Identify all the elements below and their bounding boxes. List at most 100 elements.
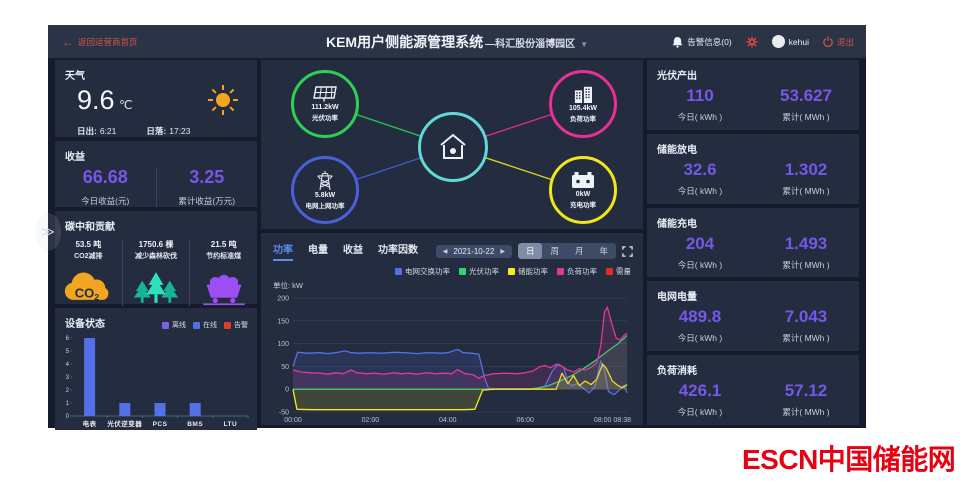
flow-node-battery[interactable]: 0kW 充电功率 <box>549 156 617 224</box>
revenue-title: 收益 <box>65 152 85 163</box>
user-menu[interactable]: kehui <box>771 35 809 48</box>
tab-revenue[interactable]: 收益 <box>343 241 363 261</box>
fullscreen-icon[interactable] <box>622 245 633 257</box>
logout-label: 退出 <box>836 36 854 47</box>
svg-text:3: 3 <box>66 375 70 381</box>
revenue-panel: 收益 66.68 今日收益(元) 3.25 累计收益(万元) <box>55 141 257 207</box>
device-legend: 离线 在线 告警 <box>162 320 248 330</box>
stat-total: 57.12 累计( MWh ) <box>782 381 830 418</box>
logout-button[interactable]: 退出 <box>823 36 854 48</box>
back-arrow-icon: ← <box>62 34 74 49</box>
left-column: 天气 9.6 ℃ 日出: 6:21 日落: 17:23 收益 66.68 今日收… <box>55 60 257 430</box>
page-title: KEM用户侧能源管理系统 —科汇股份淄博园区 ▼ <box>326 32 588 52</box>
settings-button[interactable] <box>746 36 758 48</box>
stat-total: 1.302 累计( MWh ) <box>782 159 830 196</box>
stat-total: 7.043 累计( MWh ) <box>782 307 830 344</box>
flow-node-home[interactable] <box>418 112 488 182</box>
prev-day-icon[interactable]: ◀ <box>443 248 448 255</box>
svg-text:5: 5 <box>66 349 70 355</box>
gear-icon <box>746 36 758 47</box>
chevron-down-icon[interactable]: ▼ <box>580 40 588 49</box>
legend-swatch <box>162 321 169 329</box>
flow-node-pv[interactable]: 111.2kW 光伏功率 <box>291 70 359 138</box>
stat-total: 53.627 累计( MWh ) <box>780 86 832 122</box>
chart-controls: ◀ 2021-10-22 ▶ 日 周 月 年 <box>435 243 633 259</box>
range-day-button[interactable]: 日 <box>517 243 543 259</box>
alarm-info-label: 告警信息(0) <box>687 36 732 47</box>
battery-icon <box>572 172 594 188</box>
bell-icon <box>672 36 683 48</box>
coal-cart-icon <box>202 274 245 306</box>
stat-total: 1.493 累计( MWh ) <box>782 233 830 270</box>
trees-icon <box>133 272 179 303</box>
date-picker[interactable]: ◀ 2021-10-22 ▶ <box>435 244 512 258</box>
legend-item-demand[interactable]: 需量 <box>606 266 631 277</box>
legend-item-load-power[interactable]: 负荷功率 <box>557 266 597 277</box>
range-week-button[interactable]: 周 <box>542 243 567 259</box>
right-column: 光伏产出 110 今日( kWh ) 53.627 累计( MWh ) 储能放电 3… <box>647 60 859 425</box>
weather-title: 天气 <box>65 71 85 82</box>
flow-node-load[interactable]: 105.4kW 负荷功率 <box>549 70 617 138</box>
legend-swatch <box>224 321 231 329</box>
weather-panel: 天气 9.6 ℃ 日出: 6:21 日落: 17:23 <box>55 60 257 137</box>
legend-item-storage-power[interactable]: 储能功率 <box>508 266 548 277</box>
building-icon <box>574 86 592 103</box>
tab-power[interactable]: 功率 <box>273 241 293 261</box>
revenue-today: 66.68 今日收益(元) <box>55 167 157 207</box>
stat-today: 110 今日( kWh ) <box>677 86 723 122</box>
legend-item-grid-power[interactable]: 电网交换功率 <box>395 266 450 277</box>
tab-energy[interactable]: 电量 <box>308 241 328 261</box>
stat-panel-pv-output: 光伏产出 110 今日( kWh ) 53.627 累计( MWh ) <box>647 60 859 130</box>
svg-text:LTU: LTU <box>224 421 238 428</box>
legend-item-offline[interactable]: 离线 <box>162 320 186 330</box>
stat-today: 426.1 今日( kWh ) <box>677 381 723 418</box>
home-icon <box>440 133 466 159</box>
legend-swatch <box>395 268 402 275</box>
site-name: —科汇股份淄博园区 <box>485 38 576 50</box>
legend-swatch <box>557 268 564 275</box>
range-group: 日 周 月 年 <box>517 243 616 259</box>
tab-power-factor[interactable]: 功率因数 <box>378 241 418 261</box>
alarm-info-button[interactable]: 告警信息(0) <box>672 36 732 48</box>
energy-flow-panel: 111.2kW 光伏功率 105.4kW 负荷功率 5.8kW 电网上网功率 0… <box>261 60 643 229</box>
sunrise: 日出: 6:21 <box>77 126 117 136</box>
date-value: 2021-10-22 <box>453 246 495 256</box>
range-month-button[interactable]: 月 <box>567 243 592 259</box>
chevron-right-icon: ≫ <box>41 224 55 239</box>
co2-cloud-icon: CO2 <box>65 272 109 302</box>
range-year-button[interactable]: 年 <box>591 243 616 259</box>
svg-text:光伏逆变器: 光伏逆变器 <box>106 419 142 428</box>
stat-today: 32.6 今日( kWh ) <box>677 159 723 196</box>
avatar <box>771 35 785 48</box>
svg-text:06:00: 06:00 <box>516 417 534 424</box>
svg-text:150: 150 <box>277 318 289 325</box>
legend-item-pv-power[interactable]: 光伏功率 <box>459 266 499 277</box>
carbon-title: 碳中和贡献 <box>65 222 115 233</box>
legend-item-online[interactable]: 在线 <box>193 320 217 330</box>
chart-tabs: 功率 电量 收益 功率因数 <box>273 241 418 261</box>
stat-panel-storage-discharge: 储能放电 32.6 今日( kWh ) 1.302 累计( MWh ) <box>647 133 859 204</box>
device-status-panel: 设备状态 离线 在线 告警 0 1 2 3 4 5 6 电表 光伏逆变器 PCS… <box>55 308 257 430</box>
svg-text:200: 200 <box>277 296 289 303</box>
legend-swatch <box>193 321 200 329</box>
legend-item-alarm[interactable]: 告警 <box>224 320 248 330</box>
sidebar-expand-handle[interactable]: ≫ <box>35 213 61 251</box>
power-chart-svg: 200 150 100 50 0 -5000:00 02:00 04:00 06:00 08:00… <box>277 296 631 425</box>
flow-node-grid[interactable]: 5.8kW 电网上网功率 <box>291 156 359 224</box>
carbon-panel: 碳中和贡献 53.5 吨 CO2减排 CO2 1750.6 棵 减少森林砍伐 2… <box>55 211 257 306</box>
svg-text:PCS: PCS <box>153 421 168 428</box>
svg-text:6: 6 <box>66 336 70 342</box>
svg-text:0: 0 <box>66 414 70 420</box>
stat-today: 489.8 今日( kWh ) <box>677 307 723 344</box>
unit-label: 单位: kW <box>273 281 303 290</box>
back-link[interactable]: ← 返回运营商首页 <box>62 36 138 48</box>
back-label: 返回运营商首页 <box>78 36 138 47</box>
username: kehui <box>788 36 809 47</box>
svg-text:BMS: BMS <box>187 421 203 428</box>
dashboard: ≫ ← 返回运营商首页 KEM用户侧能源管理系统 —科汇股份淄博园区 ▼ 告警信… <box>35 25 866 430</box>
next-day-icon[interactable]: ▶ <box>500 248 505 255</box>
power-chart-legend: 电网交换功率 光伏功率 储能功率 负荷功率 需量 <box>261 261 643 277</box>
transmission-tower-icon <box>317 170 333 190</box>
top-bar: ← 返回运营商首页 KEM用户侧能源管理系统 —科汇股份淄博园区 ▼ 告警信息(… <box>48 25 866 58</box>
carbon-coal: 21.5 吨 节约标准煤 <box>189 239 257 306</box>
